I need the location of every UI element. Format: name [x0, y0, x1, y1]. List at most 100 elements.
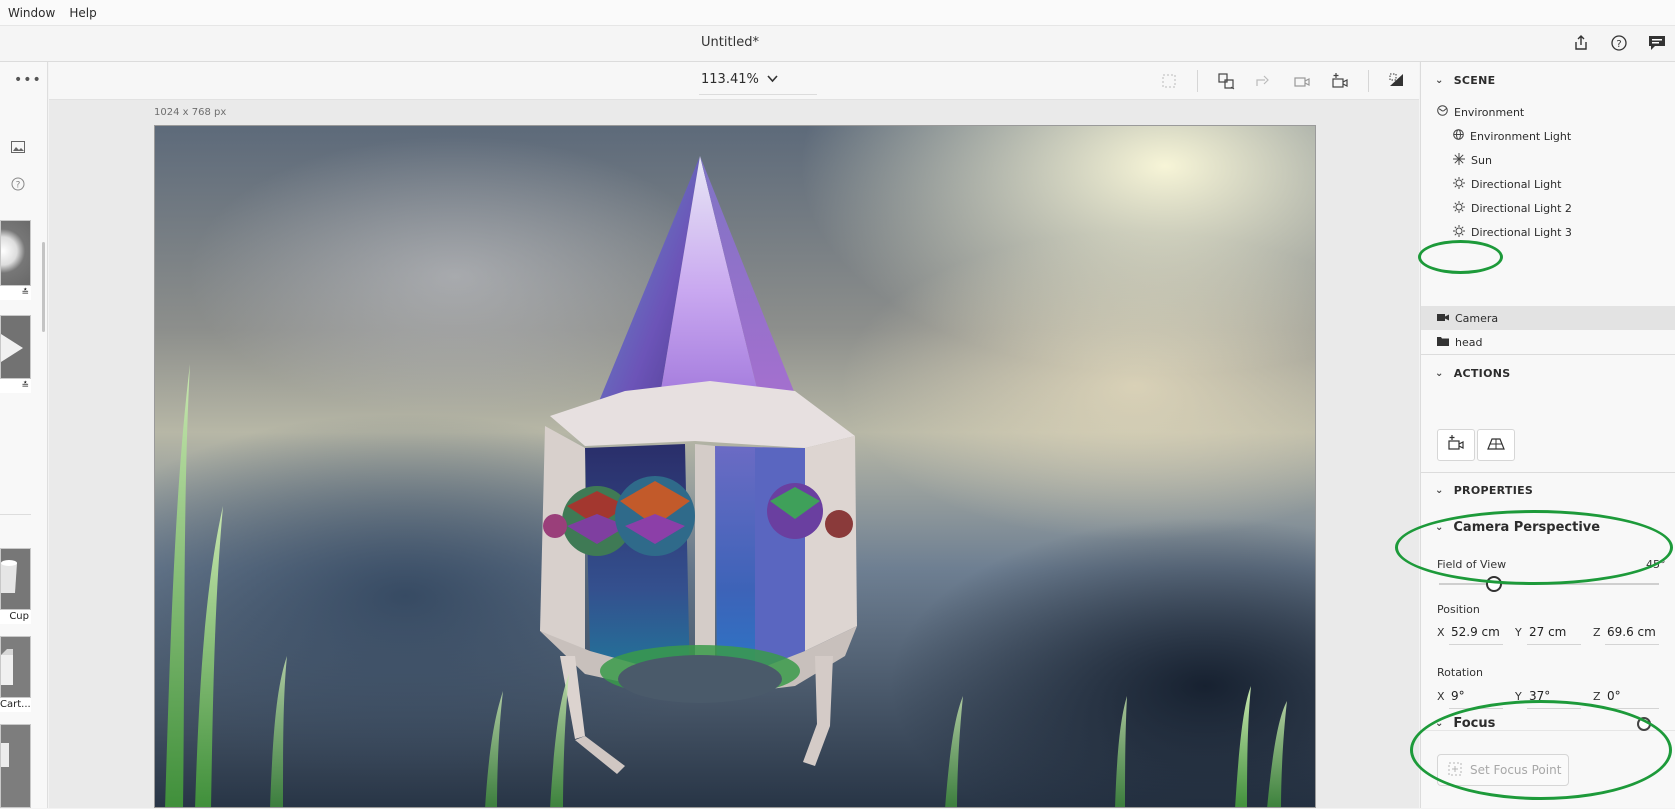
document-title: Untitled* [701, 35, 759, 50]
menu-bar: Window Help [0, 0, 1675, 26]
render-preview-icon[interactable] [1387, 71, 1407, 91]
tree-item-label: Sun [1471, 153, 1492, 167]
tree-item-environment[interactable]: Environment [1437, 101, 1524, 123]
asset-cup-label: Cup [0, 610, 31, 624]
rotation-label: Rotation [1437, 666, 1484, 679]
chevron-down-icon: ⌄ [1435, 718, 1444, 729]
zoom-dropdown[interactable]: 113.41% [701, 72, 778, 87]
light-icon [1453, 224, 1465, 240]
tree-item-label: head [1455, 335, 1483, 349]
position-y-field[interactable]: 27 cm [1529, 625, 1566, 639]
focus-toggle[interactable] [1637, 717, 1651, 731]
chevron-down-icon: ⌄ [1435, 368, 1444, 379]
set-focus-point-label: Set Focus Point [1470, 763, 1562, 777]
feedback-icon[interactable] [1647, 33, 1667, 53]
tree-item-environment-light[interactable]: Environment Light [1453, 125, 1571, 147]
tree-item-directional-light[interactable]: Directional Light [1453, 173, 1561, 195]
rotation-y-label: Y [1515, 690, 1522, 703]
position-z-label: Z [1593, 626, 1601, 639]
toolbar-separator [1197, 70, 1198, 92]
divider [1421, 472, 1675, 473]
scene-render [165, 156, 1287, 807]
field-of-view-label: Field of View [1437, 558, 1507, 571]
field-of-view-slider-knob[interactable] [1486, 576, 1502, 592]
divider [1421, 354, 1675, 355]
camera-perspective-header[interactable]: ⌄ Camera Perspective [1435, 520, 1600, 535]
field-of-view-value: 45° [1646, 558, 1666, 571]
rotation-z-field[interactable]: 0° [1607, 689, 1621, 703]
camera-icon [1437, 312, 1449, 325]
menu-window[interactable]: Window [8, 6, 55, 20]
fit-selection-icon[interactable] [1216, 71, 1236, 91]
asset-sphere-label: ≛ [0, 286, 31, 300]
asset-box-thumbnail[interactable] [0, 724, 31, 808]
chevron-down-icon: ⌄ [1435, 485, 1444, 496]
canvas-dimensions: 1024 x 768 px [154, 107, 227, 118]
sun-icon [1453, 152, 1465, 168]
set-focus-point-button[interactable]: Set Focus Point [1437, 754, 1569, 786]
zoom-value: 113.41% [701, 72, 759, 87]
add-camera-icon[interactable] [1330, 71, 1350, 91]
scene-section-header[interactable]: ⌄ SCENE [1435, 74, 1495, 87]
tree-item-directional-light-3[interactable]: Directional Light 3 [1453, 221, 1572, 243]
asset-sphere-thumbnail[interactable] [0, 220, 31, 286]
tree-item-label: Camera [1455, 311, 1499, 325]
camera-bookmark-icon[interactable] [1292, 71, 1312, 91]
field-underline [1527, 644, 1581, 645]
add-camera-icon [1447, 435, 1465, 455]
rotation-y-field[interactable]: 37° [1529, 689, 1550, 703]
position-x-field[interactable]: 52.9 cm [1451, 625, 1500, 639]
tree-item-label: Directional Light [1471, 177, 1562, 191]
help-icon[interactable]: ? [1609, 33, 1629, 53]
actions-section-header[interactable]: ⌄ ACTIONS [1435, 367, 1510, 380]
menu-help[interactable]: Help [69, 6, 96, 20]
move-camera-icon[interactable] [1254, 71, 1274, 91]
focus-label: Focus [1453, 716, 1496, 731]
asset-cone-thumbnail[interactable] [0, 315, 31, 379]
rotation-x-label: X [1437, 690, 1445, 703]
field-underline [1449, 708, 1503, 709]
perspective-grid-icon [1487, 436, 1505, 455]
add-camera-button[interactable] [1437, 429, 1475, 461]
environment-icon [1437, 105, 1448, 119]
actions-header-label: ACTIONS [1453, 367, 1511, 380]
frame-icon[interactable] [1159, 71, 1179, 91]
asset-cone-label: ≛ [0, 379, 31, 393]
toolbar-separator [1368, 70, 1369, 92]
canvas-toolbar: 113.41% [49, 62, 1419, 100]
tree-item-head[interactable]: head [1437, 331, 1482, 353]
chevron-down-icon: ⌄ [1435, 75, 1444, 86]
field-underline [1605, 644, 1659, 645]
svg-text:?: ? [1616, 39, 1621, 50]
rotation-x-field[interactable]: 9° [1451, 689, 1465, 703]
rotation-z-label: Z [1593, 690, 1601, 703]
info-icon[interactable]: ? [11, 176, 25, 195]
focus-point-icon [1448, 762, 1462, 779]
properties-header-label: PROPERTIES [1453, 484, 1534, 497]
folder-icon [1437, 336, 1449, 349]
tree-item-directional-light-2[interactable]: Directional Light 2 [1453, 197, 1572, 219]
focus-header[interactable]: ⌄ Focus [1435, 716, 1495, 731]
tree-item-label: Environment [1454, 105, 1525, 119]
image-icon[interactable] [11, 138, 25, 157]
more-icon[interactable]: ••• [14, 72, 42, 88]
tree-item-camera[interactable]: Camera [1437, 307, 1498, 329]
globe-icon [1453, 129, 1464, 143]
divider [0, 514, 31, 515]
render-viewport[interactable] [154, 125, 1316, 808]
title-bar: Untitled* ? [0, 26, 1675, 62]
light-icon [1453, 200, 1465, 216]
asset-carton-thumbnail[interactable] [0, 636, 31, 698]
properties-panel: ⌄ SCENE Environment Environment Light Su… [1420, 62, 1675, 808]
asset-cup-thumbnail[interactable] [0, 548, 31, 610]
position-z-field[interactable]: 69.6 cm [1607, 625, 1656, 639]
share-icon[interactable] [1571, 33, 1591, 53]
scrollbar[interactable] [42, 242, 45, 332]
asset-carton-label: Cart... [0, 698, 31, 712]
properties-section-header[interactable]: ⌄ PROPERTIES [1435, 484, 1533, 497]
align-to-ground-button[interactable] [1477, 429, 1515, 461]
tree-item-sun[interactable]: Sun [1453, 149, 1492, 171]
chevron-down-icon [767, 72, 778, 87]
field-of-view-slider-track[interactable] [1439, 583, 1659, 585]
scene-header-label: SCENE [1453, 74, 1496, 87]
